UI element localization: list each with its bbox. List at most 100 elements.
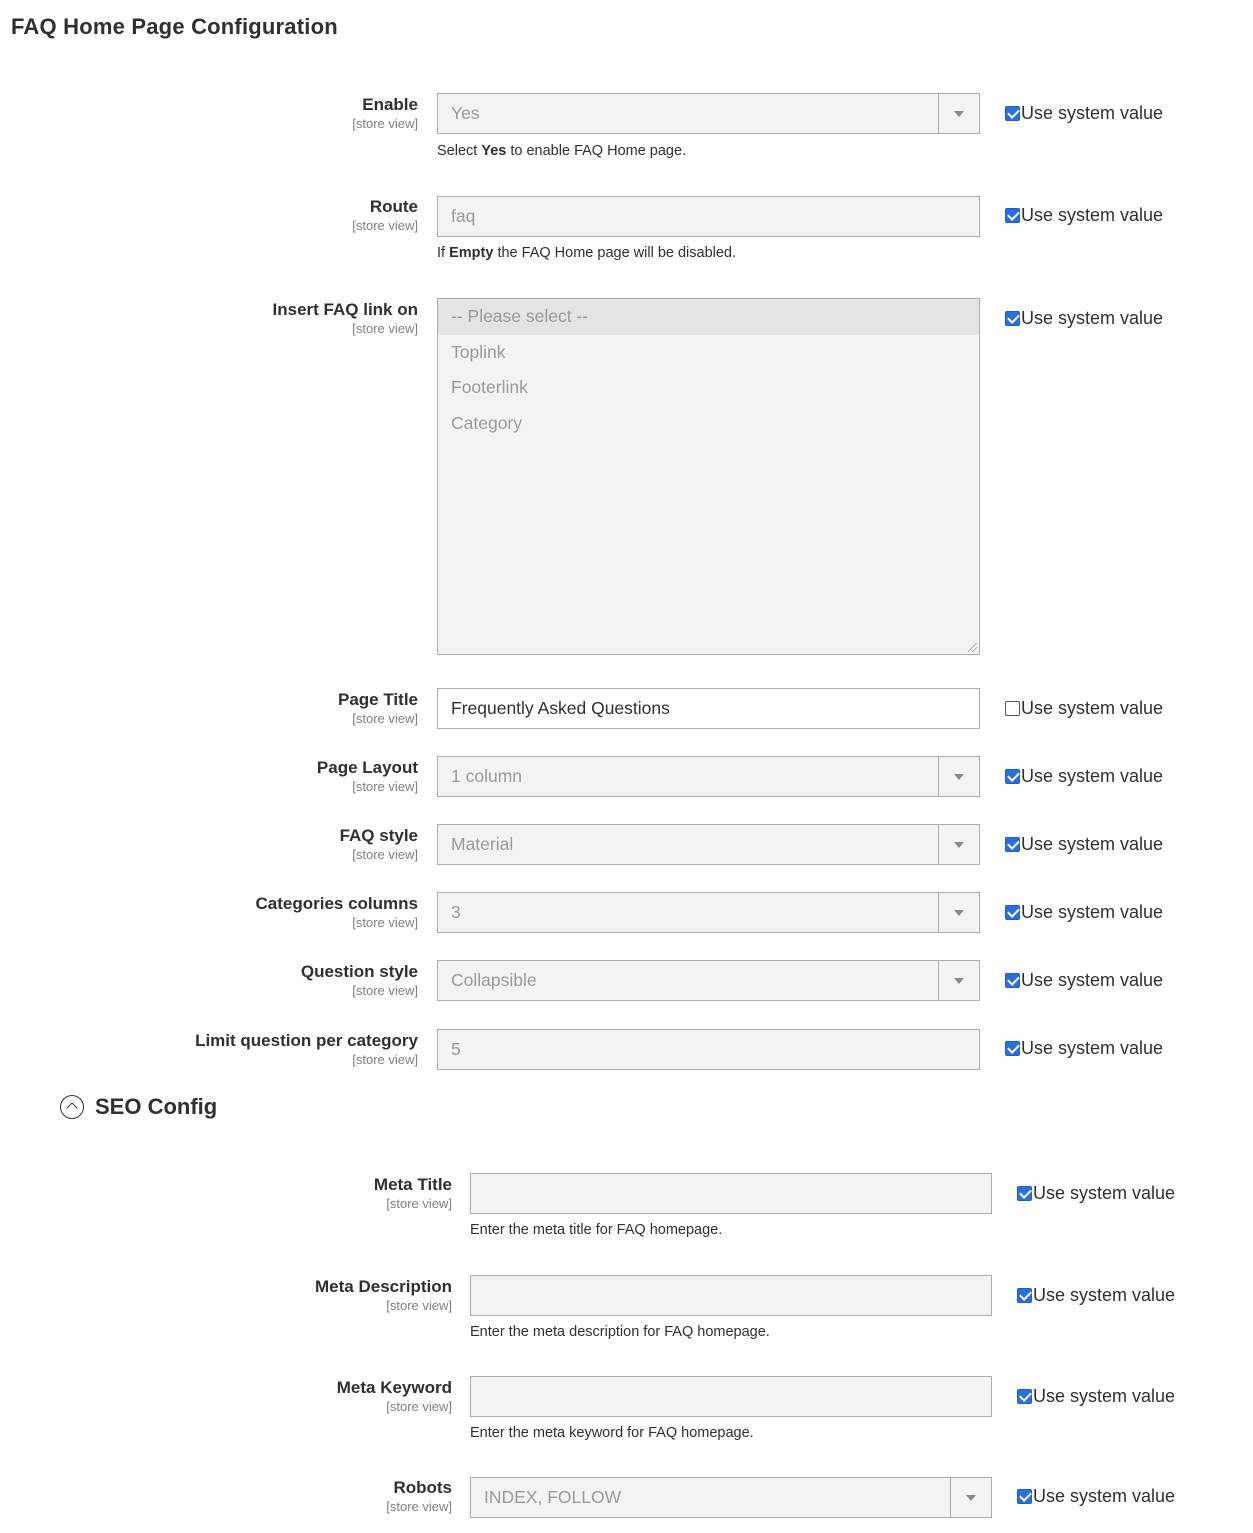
- categories-columns-use-system-checkbox[interactable]: Use system value: [1005, 901, 1163, 923]
- use-system-label: Use system value: [1033, 1485, 1176, 1506]
- faq-style-value: Material: [451, 834, 514, 854]
- page-title-value: Frequently Asked Questions: [451, 698, 670, 718]
- page-layout-select[interactable]: 1 column: [437, 756, 980, 797]
- option-category[interactable]: Category: [438, 406, 979, 442]
- option-toplink[interactable]: Toplink: [438, 335, 979, 371]
- caret-down-icon: [938, 961, 979, 1000]
- enable-select[interactable]: Yes: [437, 93, 980, 134]
- resize-handle-icon[interactable]: [968, 643, 977, 652]
- scope-label: [store view]: [352, 218, 418, 233]
- caret-down-icon: [938, 94, 979, 133]
- field-label: Categories columns [store view]: [256, 893, 419, 931]
- limit-question-input[interactable]: 5: [437, 1029, 980, 1070]
- checkbox-checked-icon[interactable]: [1005, 1040, 1020, 1056]
- page-layout-use-system-checkbox[interactable]: Use system value: [1005, 765, 1163, 787]
- use-system-label: Use system value: [1021, 1037, 1164, 1058]
- meta-title-input[interactable]: [470, 1173, 992, 1214]
- scope-label: [store view]: [386, 1298, 452, 1313]
- field-label: Meta Keyword [store view]: [337, 1377, 452, 1415]
- checkbox-checked-icon[interactable]: [1017, 1287, 1032, 1303]
- use-system-label: Use system value: [1033, 1385, 1176, 1406]
- label-categories-columns: Categories columns: [255, 894, 419, 913]
- meta-description-input[interactable]: [470, 1275, 992, 1316]
- label-page-layout: Page Layout: [316, 758, 418, 777]
- meta-title-use-system-checkbox[interactable]: Use system value: [1017, 1182, 1175, 1204]
- field-label: Limit question per category [store view]: [195, 1030, 418, 1068]
- scope-label: [store view]: [352, 321, 418, 336]
- use-system-label: Use system value: [1021, 901, 1164, 922]
- scope-label: [store view]: [352, 915, 418, 930]
- caret-down-icon: [938, 757, 979, 796]
- scope-label: [store view]: [352, 779, 418, 794]
- scope-label: [store view]: [352, 116, 418, 131]
- route-value: faq: [451, 206, 476, 226]
- chevron-up-circle-icon[interactable]: [60, 1095, 84, 1119]
- option-please-select[interactable]: -- Please select --: [438, 299, 979, 335]
- caret-down-icon: [938, 893, 979, 932]
- checkbox-checked-icon[interactable]: [1017, 1388, 1032, 1404]
- use-system-label: Use system value: [1033, 1284, 1176, 1305]
- meta-title-note: Enter the meta title for FAQ homepage.: [470, 1222, 723, 1238]
- checkbox-checked-icon[interactable]: [1005, 972, 1020, 988]
- checkbox-checked-icon[interactable]: [1005, 768, 1020, 784]
- field-label: Meta Title [store view]: [374, 1174, 452, 1212]
- seo-config-title: SEO Config: [95, 1094, 218, 1119]
- checkbox-checked-icon[interactable]: [1017, 1185, 1032, 1201]
- faq-style-select[interactable]: Material: [437, 824, 980, 865]
- use-system-label: Use system value: [1021, 833, 1164, 854]
- page-title-input[interactable]: Frequently Asked Questions: [437, 688, 980, 729]
- question-style-select[interactable]: Collapsible: [437, 960, 980, 1001]
- insert-link-use-system-checkbox[interactable]: Use system value: [1005, 307, 1163, 329]
- route-use-system-checkbox[interactable]: Use system value: [1005, 204, 1163, 226]
- scope-label: [store view]: [352, 983, 418, 998]
- scope-label: [store view]: [386, 1196, 452, 1211]
- checkbox-checked-icon[interactable]: [1017, 1488, 1032, 1504]
- checkbox-checked-icon[interactable]: [1005, 310, 1020, 326]
- label-enable: Enable: [362, 95, 418, 114]
- use-system-label: Use system value: [1033, 1182, 1176, 1203]
- field-label: Insert FAQ link on [store view]: [273, 299, 418, 337]
- checkbox-checked-icon[interactable]: [1005, 207, 1020, 223]
- robots-value: INDEX, FOLLOW: [484, 1487, 622, 1507]
- use-system-label: Use system value: [1021, 765, 1164, 786]
- checkbox-checked-icon[interactable]: [1005, 836, 1020, 852]
- page-title: FAQ Home Page Configuration: [11, 14, 338, 39]
- page-title-use-system-checkbox[interactable]: Use system value: [1005, 697, 1163, 719]
- label-page-title: Page Title: [338, 690, 418, 709]
- robots-use-system-checkbox[interactable]: Use system value: [1017, 1485, 1175, 1507]
- caret-down-icon: [938, 825, 979, 864]
- field-label: Page Title [store view]: [338, 689, 418, 727]
- label-meta-description: Meta Description: [315, 1277, 452, 1296]
- meta-description-use-system-checkbox[interactable]: Use system value: [1017, 1284, 1175, 1306]
- faq-style-use-system-checkbox[interactable]: Use system value: [1005, 833, 1163, 855]
- field-label: FAQ style [store view]: [340, 825, 418, 863]
- insert-link-multiselect[interactable]: -- Please select -- Toplink Footerlink C…: [437, 298, 980, 655]
- scope-label: [store view]: [352, 847, 418, 862]
- field-label: Question style [store view]: [301, 961, 418, 999]
- robots-select[interactable]: INDEX, FOLLOW: [470, 1477, 992, 1518]
- option-footerlink[interactable]: Footerlink: [438, 370, 979, 406]
- route-input[interactable]: faq: [437, 196, 980, 237]
- label-route: Route: [369, 197, 418, 216]
- seo-config-section-toggle[interactable]: SEO Config: [60, 1094, 217, 1120]
- categories-columns-select[interactable]: 3: [437, 892, 980, 933]
- enable-value: Yes: [451, 103, 480, 123]
- meta-keyword-use-system-checkbox[interactable]: Use system value: [1017, 1385, 1175, 1407]
- label-robots: Robots: [393, 1478, 452, 1497]
- use-system-label: Use system value: [1021, 969, 1164, 990]
- label-meta-title: Meta Title: [373, 1175, 452, 1194]
- question-style-use-system-checkbox[interactable]: Use system value: [1005, 969, 1163, 991]
- enable-use-system-checkbox[interactable]: Use system value: [1005, 102, 1163, 124]
- label-insert-link: Insert FAQ link on: [272, 300, 418, 319]
- field-label: Robots [store view]: [386, 1477, 452, 1515]
- meta-keyword-input[interactable]: [470, 1376, 992, 1417]
- route-note: If Empty the FAQ Home page will be disab…: [437, 245, 737, 261]
- checkbox-unchecked-icon[interactable]: [1005, 700, 1020, 716]
- limit-question-use-system-checkbox[interactable]: Use system value: [1005, 1037, 1163, 1059]
- meta-keyword-note: Enter the meta keyword for FAQ homepage.: [470, 1425, 754, 1441]
- checkbox-checked-icon[interactable]: [1005, 105, 1020, 121]
- scope-label: [store view]: [352, 1052, 418, 1067]
- page-layout-value: 1 column: [451, 766, 523, 786]
- checkbox-checked-icon[interactable]: [1005, 904, 1020, 920]
- label-limit-question: Limit question per category: [195, 1031, 418, 1050]
